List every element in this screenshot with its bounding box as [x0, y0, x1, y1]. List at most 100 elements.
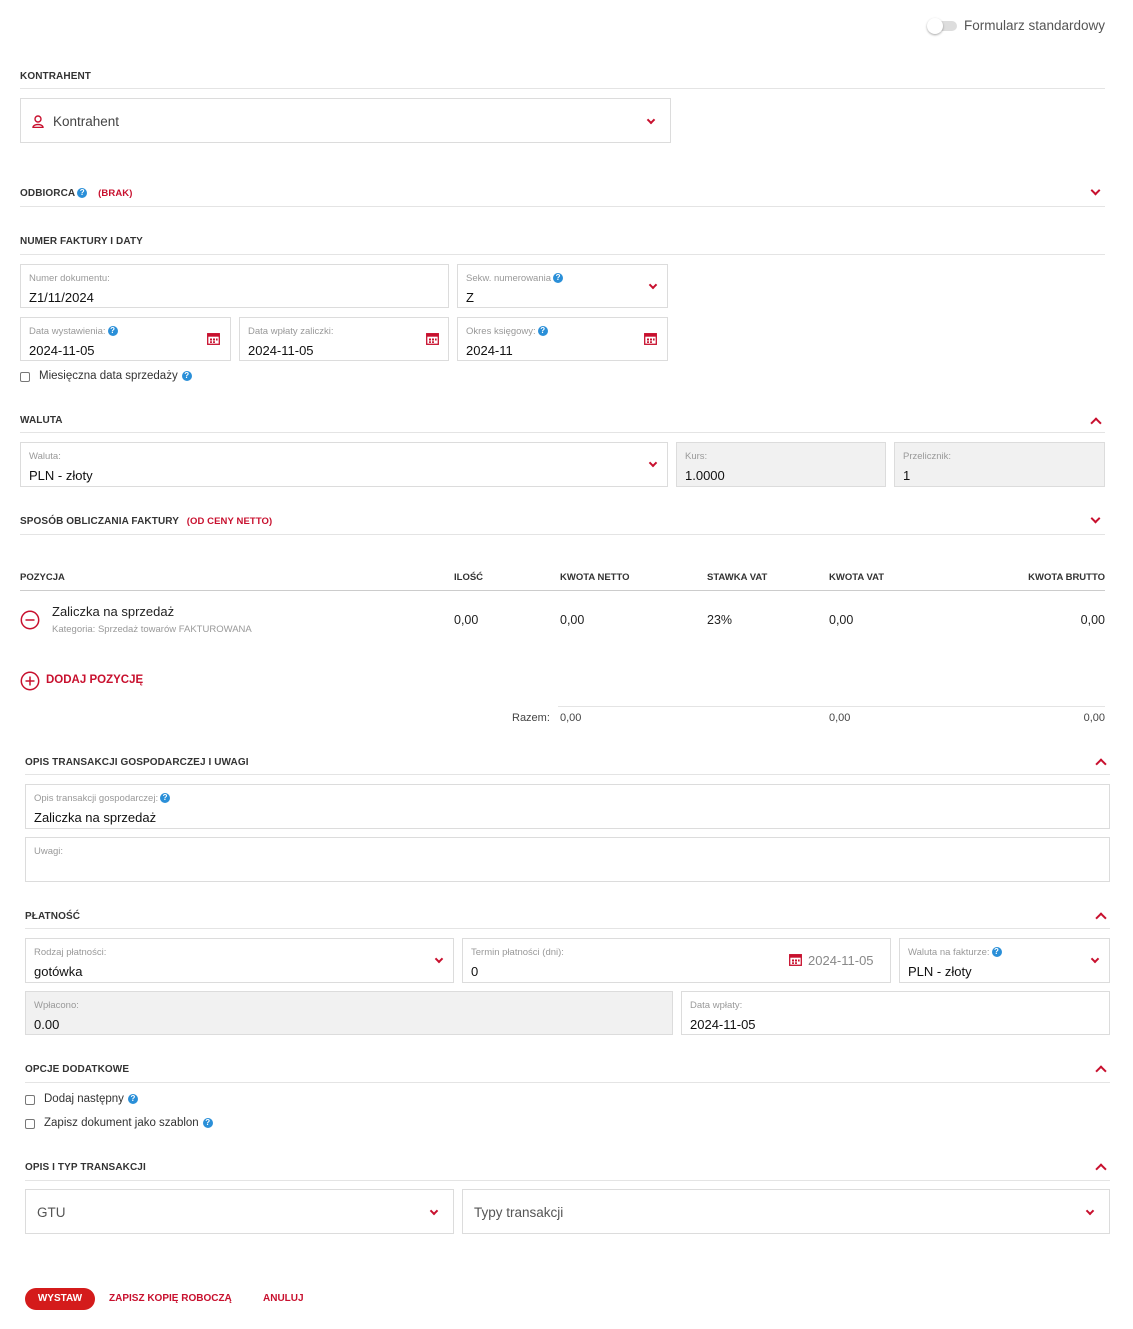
- currency-value: PLN - złoty: [29, 468, 93, 483]
- converter-field: Przelicznik: 1: [894, 442, 1105, 487]
- row-item-name[interactable]: Zaliczka na sprzedaż: [52, 604, 174, 619]
- row-item-category: Kategoria: Sprzedaż towarów FAKTUROWANA: [52, 624, 252, 635]
- currency-select[interactable]: Waluta: PLN - złoty: [20, 442, 668, 487]
- sposob-mode-tag: (OD CENY NETTO): [186, 516, 273, 527]
- payment-date-field[interactable]: Data wpłaty: 2024-11-05: [681, 991, 1110, 1035]
- sposob-section-title: SPOSÓB OBLICZANIA FAKTURY (OD CENY NETTO…: [20, 516, 272, 527]
- help-icon[interactable]: ?: [202, 1117, 213, 1128]
- transaction-types-select[interactable]: Typy transakcji: [462, 1189, 1110, 1234]
- help-icon[interactable]: ?: [991, 947, 1002, 958]
- help-icon[interactable]: ?: [107, 326, 118, 337]
- row-net[interactable]: 0,00: [560, 613, 584, 627]
- standard-form-toggle[interactable]: [927, 18, 959, 34]
- issue-date-value: 2024-11-05: [29, 343, 95, 358]
- gtu-placeholder: GTU: [37, 1205, 66, 1220]
- odbiorca-status-tag: (BRAK): [98, 188, 133, 199]
- divider: [25, 1082, 1110, 1083]
- document-number-value: Z1/11/2024: [29, 290, 94, 305]
- platnosc-section-title: PŁATNOŚĆ: [25, 911, 81, 922]
- add-next-label-text: Dodaj następny: [44, 1093, 124, 1105]
- payment-date-value: 2024-11-05: [690, 1017, 756, 1032]
- chevron-down-icon: [648, 280, 658, 290]
- divider: [20, 88, 1105, 89]
- waluta-section-title: WALUTA: [20, 415, 63, 426]
- row-vat-rate[interactable]: 23%: [707, 613, 732, 627]
- calendar-icon[interactable]: [789, 953, 802, 966]
- odbiorca-expand-chevron-icon[interactable]: [1090, 185, 1101, 196]
- numbering-sequence-label-text: Sekw. numerowania: [466, 273, 552, 284]
- divider: [25, 1180, 1110, 1181]
- chevron-up-icon[interactable]: [1090, 417, 1102, 429]
- help-icon[interactable]: ?: [127, 1093, 138, 1104]
- opis-section-title: OPIS TRANSAKCJI GOSPODARCZEJ I UWAGI: [25, 757, 249, 768]
- paid-amount-field: Wpłacono: 0.00: [25, 991, 673, 1035]
- notes-field[interactable]: Uwagi:: [25, 837, 1110, 882]
- standard-form-label: Formularz standardowy: [964, 18, 1106, 33]
- chevron-up-icon[interactable]: [1095, 1163, 1107, 1175]
- divider: [20, 432, 1105, 433]
- transaction-description-label: Opis transakcji gospodarczej:?: [34, 793, 171, 804]
- currency-label: Waluta:: [29, 451, 61, 462]
- converter-label: Przelicznik:: [903, 451, 952, 462]
- chevron-down-icon: [434, 954, 444, 964]
- kontrahent-placeholder: Kontrahent: [53, 114, 120, 129]
- notes-label: Uwagi:: [34, 846, 64, 857]
- table-header-gross: KWOTA BRUTTO: [1028, 572, 1105, 583]
- payment-term-value: 0: [471, 964, 479, 979]
- divider: [20, 590, 1105, 591]
- transaction-description-label-text: Opis transakcji gospodarczej:: [34, 793, 159, 804]
- cancel-button[interactable]: ANULUJ: [263, 1293, 304, 1304]
- calendar-icon[interactable]: [426, 332, 439, 345]
- row-quantity[interactable]: 0,00: [454, 613, 478, 627]
- divider: [25, 928, 1110, 929]
- chevron-down-icon[interactable]: [1090, 513, 1101, 524]
- total-gross: 0,00: [1083, 712, 1105, 724]
- gtu-select[interactable]: GTU: [25, 1189, 454, 1234]
- issue-button[interactable]: WYSTAW: [25, 1288, 95, 1310]
- row-gross: 0,00: [1080, 613, 1105, 627]
- invoice-currency-select[interactable]: Waluta na fakturze:? PLN - złoty: [899, 938, 1110, 983]
- numbering-sequence-value: Z: [466, 290, 474, 305]
- save-as-template-label: Zapisz dokument jako szablon?: [44, 1117, 213, 1129]
- help-icon[interactable]: ?: [181, 370, 192, 381]
- add-position-button[interactable]: DODAJ POZYCJĘ: [20, 671, 160, 691]
- accounting-period-field[interactable]: Okres księgowy:? 2024-11: [457, 317, 668, 361]
- opcje-section-title: OPCJE DODATKOWE: [25, 1064, 130, 1075]
- numbering-sequence-label: Sekw. numerowania?: [466, 273, 564, 284]
- chevron-up-icon[interactable]: [1095, 912, 1107, 924]
- add-next-label: Dodaj następny?: [44, 1093, 138, 1105]
- chevron-up-icon[interactable]: [1095, 758, 1107, 770]
- kontrahent-select[interactable]: Kontrahent: [20, 98, 671, 143]
- calendar-icon[interactable]: [207, 332, 220, 345]
- help-icon[interactable]: ?: [160, 793, 171, 804]
- divider: [20, 206, 1105, 207]
- remove-row-icon[interactable]: [20, 610, 40, 630]
- chevron-up-icon[interactable]: [1095, 1065, 1107, 1077]
- advance-payment-date-field[interactable]: Data wpłaty zaliczki: 2024-11-05: [239, 317, 449, 361]
- save-as-template-label-text: Zapisz dokument jako szablon: [44, 1117, 199, 1129]
- numbering-sequence-select[interactable]: Sekw. numerowania? Z: [457, 264, 668, 308]
- divider: [20, 534, 1105, 535]
- help-icon[interactable]: ?: [77, 188, 88, 199]
- issue-date-label: Data wystawienia:?: [29, 326, 118, 337]
- save-draft-button[interactable]: ZAPISZ KOPIĘ ROBOCZĄ: [109, 1293, 232, 1304]
- transaction-description-field[interactable]: Opis transakcji gospodarczej:? Zaliczka …: [25, 784, 1110, 829]
- help-icon[interactable]: ?: [537, 326, 548, 337]
- monthly-sale-date-checkbox[interactable]: [20, 372, 30, 382]
- document-number-field[interactable]: Numer dokumentu: Z1/11/2024: [20, 264, 449, 308]
- transaction-description-value: Zaliczka na sprzedaż: [34, 810, 157, 825]
- row-vat: 0,00: [829, 613, 854, 627]
- issue-date-field[interactable]: Data wystawienia:? 2024-11-05: [20, 317, 231, 361]
- payment-date-label: Data wpłaty:: [690, 1000, 743, 1011]
- chevron-down-icon: [648, 458, 658, 468]
- add-next-checkbox[interactable]: [25, 1095, 35, 1105]
- payment-type-select[interactable]: Rodzaj płatności: gotówka: [25, 938, 454, 983]
- total-label: Razem:: [512, 712, 550, 724]
- save-as-template-checkbox[interactable]: [25, 1119, 35, 1129]
- payment-term-field[interactable]: Termin płatności (dni): 0 2024-11-05: [462, 938, 891, 983]
- calendar-icon[interactable]: [644, 332, 657, 345]
- document-number-label: Numer dokumentu:: [29, 273, 110, 284]
- help-icon[interactable]: ?: [553, 273, 564, 284]
- accounting-period-value: 2024-11: [466, 343, 513, 358]
- chevron-down-icon: [646, 115, 656, 125]
